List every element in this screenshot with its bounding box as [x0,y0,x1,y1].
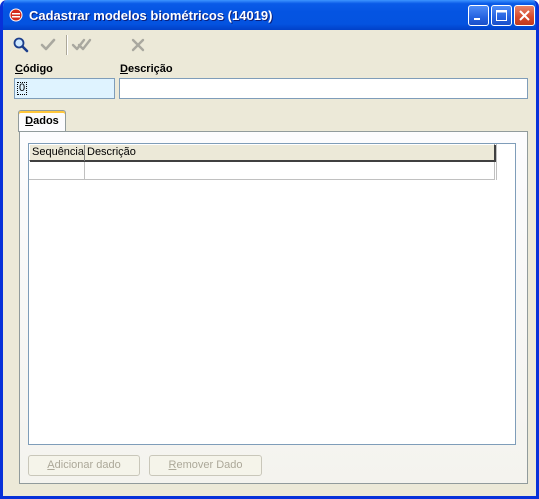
close-icon [519,10,530,21]
column-header-descricao[interactable]: Descrição [87,146,136,158]
grid-edge [496,144,497,180]
code-label-accesskey: C [15,63,23,75]
description-label: Descrição [120,63,173,75]
double-check-icon[interactable] [71,36,93,54]
column-divider[interactable] [84,145,85,161]
add-data-label: dicionar dado [54,459,121,471]
magnifier-icon[interactable] [12,36,30,54]
cell-divider [84,162,85,179]
minimize-icon [474,18,480,20]
maximize-icon [496,10,507,21]
code-input[interactable]: 0 [14,78,115,99]
toolbar [3,30,536,58]
toolbar-separator [66,35,68,55]
data-grid[interactable]: Sequência Descrição [28,143,516,445]
tab-dados-label: ados [33,115,59,127]
description-label-text: escrição [127,63,173,75]
x-icon[interactable] [129,36,147,54]
description-input[interactable] [119,78,528,99]
remove-data-button[interactable]: Remover Dado [149,455,262,476]
code-label: Código [15,63,53,75]
grid-header: Sequência Descrição [29,144,495,161]
description-label-accesskey: D [120,63,128,75]
code-label-text: ódigo [22,63,53,75]
table-row[interactable] [29,162,495,180]
minimize-button[interactable] [468,5,489,26]
title-bar[interactable]: Cadastrar modelos biométricos (14019) [3,0,536,30]
code-value: 0 [17,82,28,95]
add-data-button[interactable]: Adicionar dado [28,455,140,476]
maximize-button[interactable] [491,5,512,26]
tab-dados-accesskey: D [25,115,34,127]
check-icon[interactable] [39,36,57,54]
add-data-accesskey: A [47,459,55,471]
window: Cadastrar modelos biométricos (14019) Có… [0,0,539,499]
window-title: Cadastrar modelos biométricos (14019) [29,8,273,23]
remove-data-label: emover Dado [176,459,243,471]
close-button[interactable] [514,5,535,26]
column-header-sequencia[interactable]: Sequência [32,146,84,158]
app-icon[interactable] [9,8,23,22]
tab-dados[interactable]: Dados [18,110,66,132]
